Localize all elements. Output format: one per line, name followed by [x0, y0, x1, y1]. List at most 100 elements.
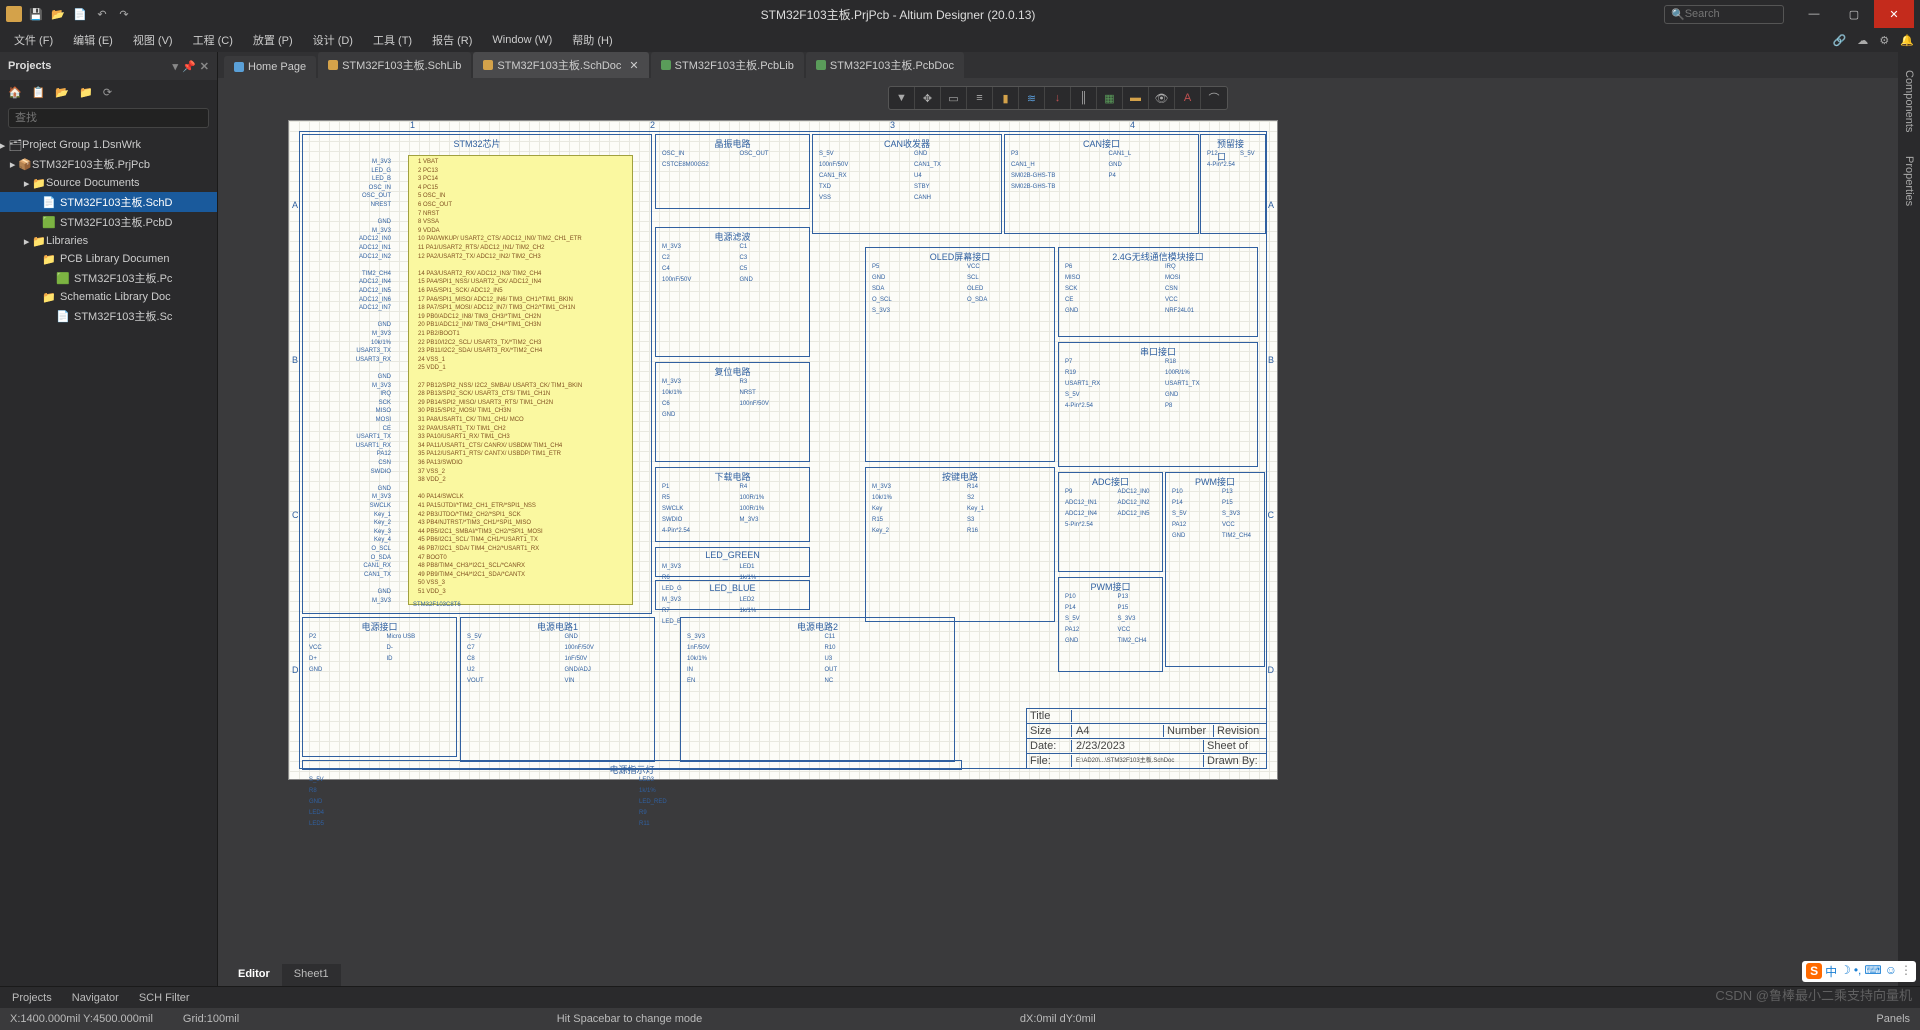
close-button[interactable]: ✕ — [1874, 0, 1914, 28]
share-icon[interactable]: 🔗 — [1833, 35, 1847, 47]
doc-tab-label: STM32F103主板.SchLib — [342, 57, 461, 73]
menu-tools[interactable]: 工具 (T) — [365, 29, 420, 51]
tree-node[interactable]: ▸ 📁Source Documents — [0, 174, 217, 192]
ime-keyboard-icon[interactable]: ⌨ — [1864, 963, 1881, 980]
schematic-canvas[interactable]: ▼ ✥ ▭ ≡ ▮ ≋ ↓ ║ ▦ ▬ 👁 A ⌒ STM32芯片1 VBAT2… — [218, 78, 1898, 986]
doc-tab-label: STM32F103主板.SchDoc — [497, 57, 621, 73]
status-hint: Hit Spacebar to change mode — [269, 1013, 990, 1025]
menu-project[interactable]: 工程 (C) — [185, 29, 241, 51]
maximize-button[interactable]: ▢ — [1834, 0, 1874, 28]
compile-icon[interactable]: 📋 — [32, 86, 46, 99]
tree-node[interactable]: 📁Schematic Library Doc — [0, 288, 217, 306]
doc-tab[interactable]: STM32F103主板.SchDoc ✕ — [473, 52, 648, 78]
menu-edit[interactable]: 编辑 (E) — [65, 29, 121, 51]
bars-icon[interactable]: ║ — [1071, 87, 1097, 109]
schematic-sheet[interactable]: STM32芯片1 VBAT2 PC133 PC144 PC155 OSC_IN6… — [288, 120, 1278, 780]
tree-node-label: Source Documents — [46, 177, 140, 189]
ime-toolbar[interactable]: S 中 ☽ •, ⌨ ☺ ⋮ — [1802, 961, 1916, 982]
footer-tab-navigator[interactable]: Navigator — [68, 990, 123, 1006]
panel-dropdown-icon[interactable]: ▾ — [173, 60, 179, 73]
tree-node[interactable]: 🟩STM32F103主板.Pc — [0, 268, 217, 288]
menu-reports[interactable]: 报告 (R) — [424, 29, 480, 51]
tree-node[interactable]: 📁 PCB Library Documen — [0, 250, 217, 268]
ime-logo-icon[interactable]: S — [1806, 963, 1822, 979]
projects-tree[interactable]: ▸ 🗂Project Group 1.DsnWrk▸ 📦STM32F103主板.… — [0, 132, 217, 986]
arrow-down-icon[interactable]: ↓ — [1045, 87, 1071, 109]
tree-workspace-icon: ▸ 🗂 — [4, 138, 18, 152]
components-tab[interactable]: Components — [1900, 60, 1918, 142]
tree-project-icon: ▸ 📦 — [14, 157, 28, 171]
panels-button[interactable]: Panels — [1876, 1013, 1910, 1025]
undo-icon[interactable]: ↶ — [94, 6, 110, 22]
color-icon[interactable]: ▬ — [1123, 87, 1149, 109]
search-box[interactable]: 🔍 — [1664, 5, 1784, 24]
tree-node[interactable]: ▸ 📁Libraries — [0, 232, 217, 250]
sheet1-tab[interactable]: Sheet1 — [282, 964, 341, 986]
distribute-icon[interactable]: ≋ — [1019, 87, 1045, 109]
doc-tab[interactable]: STM32F103主板.PcbDoc — [806, 52, 964, 78]
tree-node-label: PCB Library Documen — [60, 253, 169, 265]
tree-node-label: STM32F103主板.SchD — [60, 194, 172, 210]
ime-moon-icon[interactable]: ☽ — [1840, 963, 1851, 980]
doc-tab[interactable]: Home Page — [224, 56, 316, 78]
eye-icon[interactable]: 👁 — [1149, 87, 1175, 109]
pcb-icon — [816, 60, 826, 70]
cloud-icon[interactable]: ☁ — [1857, 35, 1868, 47]
save-icon[interactable]: 💾 — [28, 6, 44, 22]
projects-panel-header: Projects ▾ 📌 ✕ — [0, 52, 217, 80]
ime-emoji-icon[interactable]: ☺ — [1885, 963, 1897, 980]
ime-lang[interactable]: 中 — [1825, 963, 1837, 980]
ime-menu-icon[interactable]: ⋮ — [1900, 963, 1912, 980]
menu-view[interactable]: 视图 (V) — [125, 29, 181, 51]
refresh-icon[interactable]: ⟳ — [103, 86, 112, 99]
new-icon[interactable]: 📄 — [72, 6, 88, 22]
grid-icon[interactable]: ▦ — [1097, 87, 1123, 109]
menu-window[interactable]: Window (W) — [484, 31, 560, 49]
tree-node-label: Project Group 1.DsnWrk — [22, 139, 141, 151]
watermark: CSDN @鲁棒最小二乘支持向量机 — [1715, 985, 1912, 1004]
settings-icon[interactable]: ⚙ — [1879, 35, 1889, 47]
status-grid: Grid:100mil — [183, 1013, 239, 1025]
home-icon — [234, 62, 244, 72]
tree-folder-icon: 📁 — [42, 252, 56, 266]
tree-node[interactable]: 📄STM32F103主板.Sc — [0, 306, 217, 326]
select-icon[interactable]: ▭ — [941, 87, 967, 109]
editor-tab[interactable]: Editor — [226, 964, 282, 986]
ime-punct-icon[interactable]: •, — [1854, 963, 1862, 980]
filter-icon[interactable]: ▼ — [889, 87, 915, 109]
doc-tab-label: STM32F103主板.PcbLib — [675, 57, 794, 73]
tree-node[interactable]: 🟩STM32F103主板.PcbD — [0, 212, 217, 232]
tree-pcb-icon: 🟩 — [42, 215, 56, 229]
open-icon[interactable]: 📂 — [50, 6, 66, 22]
vert-align-icon[interactable]: ▮ — [993, 87, 1019, 109]
tree-node[interactable]: ▸ 🗂 Project Group 1.DsnWrk — [0, 136, 217, 154]
footer-tab-projects[interactable]: Projects — [8, 990, 56, 1006]
doc-tab[interactable]: STM32F103主板.SchLib — [318, 52, 471, 78]
search-icon: 🔍 — [1671, 8, 1685, 21]
move-icon[interactable]: ✥ — [915, 87, 941, 109]
quick-access-toolbar: 💾 📂 📄 ↶ ↷ — [28, 6, 132, 22]
panel-close-icon[interactable]: ✕ — [200, 60, 209, 73]
search-input[interactable] — [1685, 8, 1765, 20]
arc-icon[interactable]: ⌒ — [1201, 87, 1227, 109]
folder-open-icon[interactable]: 📂 — [55, 86, 69, 99]
text-icon[interactable]: A — [1175, 87, 1201, 109]
tree-node[interactable]: 📄STM32F103主板.SchD — [0, 192, 217, 212]
menu-place[interactable]: 放置 (P) — [245, 29, 301, 51]
projects-search-input[interactable] — [8, 108, 209, 128]
workspace-icon[interactable]: 🏠 — [8, 86, 22, 99]
menu-help[interactable]: 帮助 (H) — [564, 29, 620, 51]
properties-tab[interactable]: Properties — [1900, 146, 1918, 216]
tab-close-icon[interactable]: ✕ — [629, 59, 638, 72]
folder-icon[interactable]: 📁 — [79, 86, 93, 99]
tree-node[interactable]: ▸ 📦STM32F103主板.PrjPcb — [0, 154, 217, 174]
notifications-icon[interactable]: 🔔 — [1900, 35, 1914, 47]
panel-pin-icon[interactable]: 📌 — [182, 60, 196, 73]
footer-tab-schfilter[interactable]: SCH Filter — [135, 990, 194, 1006]
redo-icon[interactable]: ↷ — [116, 6, 132, 22]
doc-tab[interactable]: STM32F103主板.PcbLib — [651, 52, 804, 78]
align-icon[interactable]: ≡ — [967, 87, 993, 109]
menu-design[interactable]: 设计 (D) — [305, 29, 361, 51]
minimize-button[interactable]: — — [1794, 0, 1834, 28]
menu-file[interactable]: 文件 (F) — [6, 29, 61, 51]
